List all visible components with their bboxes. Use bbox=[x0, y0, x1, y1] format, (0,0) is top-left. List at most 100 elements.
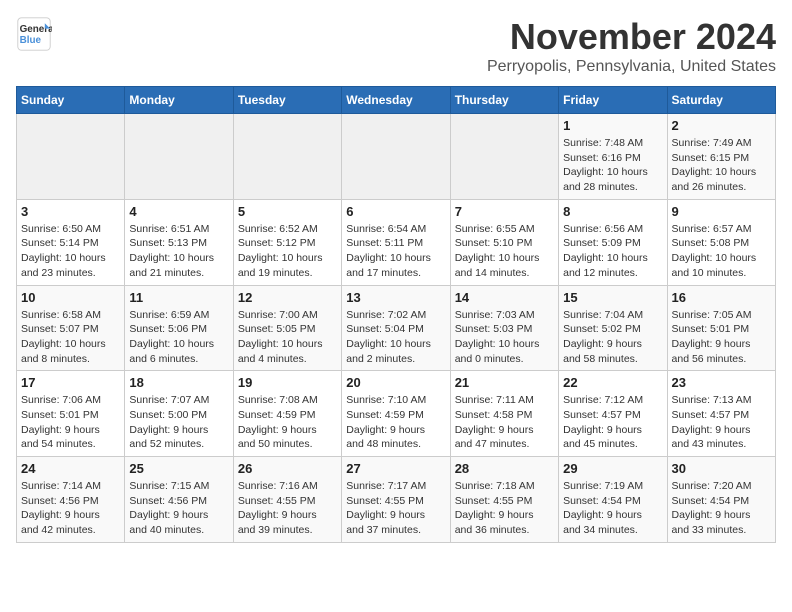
weekday-header-tuesday: Tuesday bbox=[233, 87, 341, 114]
week-row-5: 24 Sunrise: 7:14 AM Sunset: 4:56 PM Dayli… bbox=[17, 457, 776, 543]
day-detail: Sunrise: 7:06 AM Sunset: 5:01 PM Dayligh… bbox=[21, 393, 120, 452]
day-detail: Sunrise: 7:14 AM Sunset: 4:56 PM Dayligh… bbox=[21, 479, 120, 538]
day-detail: Sunrise: 7:07 AM Sunset: 5:00 PM Dayligh… bbox=[129, 393, 228, 452]
calendar-table: SundayMondayTuesdayWednesdayThursdayFrid… bbox=[16, 86, 776, 543]
day-number: 6 bbox=[346, 204, 445, 219]
calendar-cell: 24 Sunrise: 7:14 AM Sunset: 4:56 PM Dayli… bbox=[17, 457, 125, 543]
day-detail: Sunrise: 7:04 AM Sunset: 5:02 PM Dayligh… bbox=[563, 308, 662, 367]
weekday-header-row: SundayMondayTuesdayWednesdayThursdayFrid… bbox=[17, 87, 776, 114]
calendar-cell: 30 Sunrise: 7:20 AM Sunset: 4:54 PM Dayli… bbox=[667, 457, 775, 543]
calendar-cell: 26 Sunrise: 7:16 AM Sunset: 4:55 PM Dayli… bbox=[233, 457, 341, 543]
page-header: General Blue November 2024 Perryopolis, … bbox=[16, 16, 776, 76]
weekday-header-friday: Friday bbox=[559, 87, 667, 114]
weekday-header-monday: Monday bbox=[125, 87, 233, 114]
day-detail: Sunrise: 7:15 AM Sunset: 4:56 PM Dayligh… bbox=[129, 479, 228, 538]
calendar-cell: 14Sunrise: 7:03 AM Sunset: 5:03 PM Dayli… bbox=[450, 285, 558, 371]
weekday-header-thursday: Thursday bbox=[450, 87, 558, 114]
month-title: November 2024 bbox=[487, 16, 776, 58]
day-number: 1 bbox=[563, 118, 662, 133]
day-number: 11 bbox=[129, 290, 228, 305]
calendar-cell: 5 Sunrise: 6:52 AM Sunset: 5:12 PM Daylig… bbox=[233, 199, 341, 285]
day-number: 26 bbox=[238, 461, 337, 476]
week-row-2: 3 Sunrise: 6:50 AM Sunset: 5:14 PM Daylig… bbox=[17, 199, 776, 285]
logo: General Blue bbox=[16, 16, 56, 52]
day-detail: Sunrise: 7:10 AM Sunset: 4:59 PM Dayligh… bbox=[346, 393, 445, 452]
day-number: 23 bbox=[672, 375, 771, 390]
day-number: 18 bbox=[129, 375, 228, 390]
day-number: 25 bbox=[129, 461, 228, 476]
weekday-header-sunday: Sunday bbox=[17, 87, 125, 114]
calendar-cell: 21 Sunrise: 7:11 AM Sunset: 4:58 PM Dayli… bbox=[450, 371, 558, 457]
calendar-cell: 18 Sunrise: 7:07 AM Sunset: 5:00 PM Dayli… bbox=[125, 371, 233, 457]
day-detail: Sunrise: 6:58 AM Sunset: 5:07 PM Dayligh… bbox=[21, 308, 120, 367]
logo-icon: General Blue bbox=[16, 16, 52, 52]
day-number: 3 bbox=[21, 204, 120, 219]
day-number: 17 bbox=[21, 375, 120, 390]
calendar-cell: 29Sunrise: 7:19 AM Sunset: 4:54 PM Dayli… bbox=[559, 457, 667, 543]
calendar-cell: 13Sunrise: 7:02 AM Sunset: 5:04 PM Dayli… bbox=[342, 285, 450, 371]
location-title: Perryopolis, Pennsylvania, United States bbox=[487, 58, 776, 76]
calendar-cell: 9 Sunrise: 6:57 AM Sunset: 5:08 PM Daylig… bbox=[667, 199, 775, 285]
calendar-cell: 4Sunrise: 6:51 AM Sunset: 5:13 PM Daylig… bbox=[125, 199, 233, 285]
day-detail: Sunrise: 7:20 AM Sunset: 4:54 PM Dayligh… bbox=[672, 479, 771, 538]
calendar-cell: 28Sunrise: 7:18 AM Sunset: 4:55 PM Dayli… bbox=[450, 457, 558, 543]
day-number: 7 bbox=[455, 204, 554, 219]
day-number: 12 bbox=[238, 290, 337, 305]
weekday-header-saturday: Saturday bbox=[667, 87, 775, 114]
day-detail: Sunrise: 6:54 AM Sunset: 5:11 PM Dayligh… bbox=[346, 222, 445, 281]
day-number: 14 bbox=[455, 290, 554, 305]
calendar-cell: 8Sunrise: 6:56 AM Sunset: 5:09 PM Daylig… bbox=[559, 199, 667, 285]
calendar-cell: 15 Sunrise: 7:04 AM Sunset: 5:02 PM Dayli… bbox=[559, 285, 667, 371]
day-number: 5 bbox=[238, 204, 337, 219]
calendar-cell: 12 Sunrise: 7:00 AM Sunset: 5:05 PM Dayli… bbox=[233, 285, 341, 371]
day-number: 4 bbox=[129, 204, 228, 219]
day-detail: Sunrise: 6:50 AM Sunset: 5:14 PM Dayligh… bbox=[21, 222, 120, 281]
calendar-cell: 20 Sunrise: 7:10 AM Sunset: 4:59 PM Dayli… bbox=[342, 371, 450, 457]
day-detail: Sunrise: 7:12 AM Sunset: 4:57 PM Dayligh… bbox=[563, 393, 662, 452]
calendar-cell: 2 Sunrise: 7:49 AM Sunset: 6:15 PM Daylig… bbox=[667, 114, 775, 200]
calendar-cell: 11 Sunrise: 6:59 AM Sunset: 5:06 PM Dayli… bbox=[125, 285, 233, 371]
calendar-cell bbox=[17, 114, 125, 200]
day-number: 20 bbox=[346, 375, 445, 390]
day-detail: Sunrise: 7:00 AM Sunset: 5:05 PM Dayligh… bbox=[238, 308, 337, 367]
calendar-cell bbox=[233, 114, 341, 200]
day-detail: Sunrise: 7:11 AM Sunset: 4:58 PM Dayligh… bbox=[455, 393, 554, 452]
title-section: November 2024 Perryopolis, Pennsylvania,… bbox=[487, 16, 776, 76]
calendar-cell: 27Sunrise: 7:17 AM Sunset: 4:55 PM Dayli… bbox=[342, 457, 450, 543]
day-detail: Sunrise: 7:18 AM Sunset: 4:55 PM Dayligh… bbox=[455, 479, 554, 538]
svg-text:Blue: Blue bbox=[20, 35, 42, 46]
calendar-cell: 25 Sunrise: 7:15 AM Sunset: 4:56 PM Dayli… bbox=[125, 457, 233, 543]
weekday-header-wednesday: Wednesday bbox=[342, 87, 450, 114]
day-detail: Sunrise: 6:59 AM Sunset: 5:06 PM Dayligh… bbox=[129, 308, 228, 367]
day-number: 30 bbox=[672, 461, 771, 476]
day-number: 19 bbox=[238, 375, 337, 390]
day-number: 29 bbox=[563, 461, 662, 476]
calendar-cell: 16 Sunrise: 7:05 AM Sunset: 5:01 PM Dayli… bbox=[667, 285, 775, 371]
day-number: 9 bbox=[672, 204, 771, 219]
calendar-cell: 6 Sunrise: 6:54 AM Sunset: 5:11 PM Daylig… bbox=[342, 199, 450, 285]
calendar-cell: 19 Sunrise: 7:08 AM Sunset: 4:59 PM Dayli… bbox=[233, 371, 341, 457]
calendar-cell bbox=[125, 114, 233, 200]
calendar-cell: 23 Sunrise: 7:13 AM Sunset: 4:57 PM Dayli… bbox=[667, 371, 775, 457]
day-detail: Sunrise: 6:57 AM Sunset: 5:08 PM Dayligh… bbox=[672, 222, 771, 281]
calendar-cell bbox=[342, 114, 450, 200]
day-detail: Sunrise: 7:49 AM Sunset: 6:15 PM Dayligh… bbox=[672, 136, 771, 195]
day-number: 24 bbox=[21, 461, 120, 476]
week-row-1: 1Sunrise: 7:48 AM Sunset: 6:16 PM Daylig… bbox=[17, 114, 776, 200]
day-number: 22 bbox=[563, 375, 662, 390]
day-number: 16 bbox=[672, 290, 771, 305]
week-row-4: 17 Sunrise: 7:06 AM Sunset: 5:01 PM Dayli… bbox=[17, 371, 776, 457]
day-number: 10 bbox=[21, 290, 120, 305]
day-detail: Sunrise: 6:55 AM Sunset: 5:10 PM Dayligh… bbox=[455, 222, 554, 281]
day-detail: Sunrise: 7:16 AM Sunset: 4:55 PM Dayligh… bbox=[238, 479, 337, 538]
calendar-cell: 1Sunrise: 7:48 AM Sunset: 6:16 PM Daylig… bbox=[559, 114, 667, 200]
day-number: 21 bbox=[455, 375, 554, 390]
day-detail: Sunrise: 7:05 AM Sunset: 5:01 PM Dayligh… bbox=[672, 308, 771, 367]
day-number: 15 bbox=[563, 290, 662, 305]
calendar-cell: 10 Sunrise: 6:58 AM Sunset: 5:07 PM Dayli… bbox=[17, 285, 125, 371]
day-number: 2 bbox=[672, 118, 771, 133]
day-number: 13 bbox=[346, 290, 445, 305]
day-detail: Sunrise: 6:52 AM Sunset: 5:12 PM Dayligh… bbox=[238, 222, 337, 281]
day-detail: Sunrise: 7:13 AM Sunset: 4:57 PM Dayligh… bbox=[672, 393, 771, 452]
day-detail: Sunrise: 7:08 AM Sunset: 4:59 PM Dayligh… bbox=[238, 393, 337, 452]
